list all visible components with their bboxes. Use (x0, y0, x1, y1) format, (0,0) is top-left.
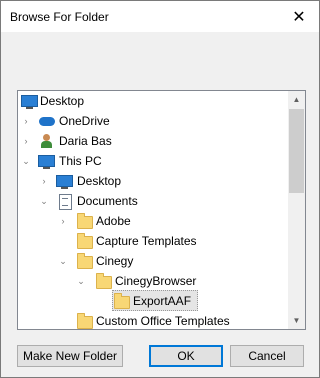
chevron-right-icon[interactable]: › (21, 111, 31, 131)
documents-icon (59, 194, 72, 210)
tree-item-label: Documents (77, 194, 138, 208)
tree-item-exportaaf-selected[interactable]: ExportAAF (112, 290, 198, 311)
folder-icon (77, 313, 93, 329)
folder-icon (77, 253, 93, 269)
tree-item-documents[interactable]: ⌄ Documents (18, 191, 288, 211)
scroll-down-icon[interactable]: ▼ (288, 312, 305, 329)
close-icon[interactable]: ✕ (287, 5, 311, 29)
ok-button[interactable]: OK (149, 345, 223, 367)
tree-item-label: CinegyBrowser (115, 274, 197, 288)
desktop-icon (56, 175, 73, 189)
chevron-right-icon[interactable]: › (39, 171, 49, 191)
tree-item-label: OneDrive (59, 114, 110, 128)
tree-item-desktop-root[interactable]: Desktop (18, 91, 288, 111)
tree-item-label: This PC (59, 154, 102, 168)
tree-item-custom-office-templates[interactable]: Custom Office Templates (18, 311, 288, 329)
tree-item-user[interactable]: › Daria Bas (18, 131, 288, 151)
vertical-scrollbar[interactable]: ▲ ▼ (288, 91, 305, 329)
make-new-folder-button[interactable]: Make New Folder (17, 345, 123, 367)
cancel-button[interactable]: Cancel (230, 345, 304, 367)
chevron-down-icon[interactable]: ⌄ (58, 251, 68, 271)
tree-item-desktop[interactable]: › Desktop (18, 171, 288, 191)
tree-item-adobe[interactable]: › Adobe (18, 211, 288, 231)
computer-icon (38, 155, 55, 169)
folder-tree[interactable]: Desktop › OneDrive › Daria Bas ⌄ This PC… (17, 90, 306, 330)
chevron-down-icon[interactable]: ⌄ (76, 271, 86, 291)
tree-item-cinegy[interactable]: ⌄ Cinegy (18, 251, 288, 271)
tree-item-label: Daria Bas (59, 134, 112, 148)
tree-item-label: ExportAAF (133, 294, 192, 308)
tree-item-capture-templates[interactable]: Capture Templates (18, 231, 288, 251)
tree-item-onedrive[interactable]: › OneDrive (18, 111, 288, 131)
tree-item-label: Desktop (77, 174, 122, 188)
desktop-icon (21, 95, 38, 109)
tree-item-label: Cinegy (96, 254, 134, 268)
scroll-up-icon[interactable]: ▲ (288, 91, 305, 108)
folder-icon (77, 233, 93, 249)
scrollbar-thumb[interactable] (289, 109, 304, 193)
tree-item-label: Desktop (40, 94, 85, 108)
chevron-right-icon[interactable]: › (21, 131, 31, 151)
chevron-down-icon[interactable]: ⌄ (39, 191, 49, 211)
tree-item-label: Adobe (96, 214, 131, 228)
user-icon (40, 134, 52, 148)
folder-icon (96, 273, 112, 289)
onedrive-icon (39, 117, 55, 126)
chevron-right-icon[interactable]: › (58, 211, 68, 231)
chevron-down-icon[interactable]: ⌄ (21, 151, 31, 171)
tree-item-label: Custom Office Templates (96, 314, 230, 328)
folder-icon (114, 293, 130, 309)
browse-for-folder-dialog: Browse For Folder ✕ Desktop › OneDrive ›… (0, 0, 320, 378)
tree-item-label: Capture Templates (96, 234, 197, 248)
tree-item-cinegybrowser[interactable]: ⌄ CinegyBrowser (18, 271, 288, 291)
folder-icon (77, 213, 93, 229)
tree-item-this-pc[interactable]: ⌄ This PC (18, 151, 288, 171)
dialog-title: Browse For Folder (10, 10, 109, 24)
title-bar: Browse For Folder ✕ (1, 1, 319, 32)
